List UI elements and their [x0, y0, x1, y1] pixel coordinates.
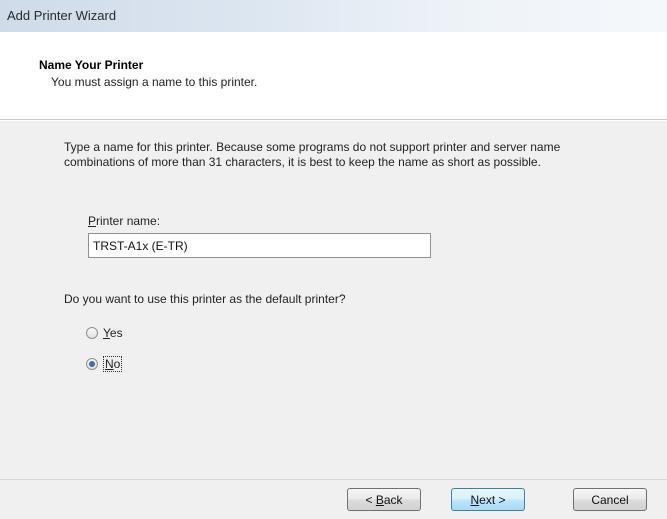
page-title: Name Your Printer	[39, 58, 144, 72]
printer-name-label-text: rinter name:	[96, 214, 161, 228]
radio-no[interactable]: No	[86, 356, 123, 372]
default-printer-question: Do you want to use this printer as the d…	[64, 292, 346, 306]
wizard-header: Name Your Printer You must assign a name…	[0, 48, 667, 120]
back-button[interactable]: < Back	[347, 488, 421, 511]
wizard-content: Type a name for this printer. Because so…	[0, 121, 667, 479]
radio-yes[interactable]: Yes	[86, 326, 123, 340]
printer-name-label: Printer name:	[88, 214, 160, 228]
button-bar: < Back Next > Cancel	[0, 479, 667, 519]
radio-yes-label[interactable]: Yes	[103, 326, 123, 340]
next-text: ext >	[479, 492, 506, 507]
back-accel: B	[375, 492, 384, 507]
cancel-button[interactable]: Cancel	[573, 488, 647, 511]
radio-yes-accel: Y	[103, 326, 110, 340]
radio-no-label[interactable]: No	[103, 356, 123, 372]
radio-no-text: o	[113, 357, 121, 371]
radio-yes-text: es	[109, 326, 123, 340]
back-text: ack	[383, 492, 403, 507]
radio-no-accel: N	[105, 357, 114, 371]
next-button[interactable]: Next >	[451, 488, 525, 511]
printer-name-input[interactable]	[88, 233, 431, 258]
printer-name-label-accel: P	[88, 214, 97, 228]
next-accel: N	[470, 492, 480, 507]
back-prefix: <	[365, 492, 376, 507]
page-subtitle: You must assign a name to this printer.	[51, 75, 258, 89]
instruction-text: Type a name for this printer. Because so…	[64, 140, 561, 169]
title-bar: Add Printer Wizard	[0, 0, 667, 32]
window-title: Add Printer Wizard	[7, 8, 117, 23]
radio-yes-circle[interactable]	[86, 327, 98, 339]
radio-no-circle[interactable]	[86, 358, 98, 370]
